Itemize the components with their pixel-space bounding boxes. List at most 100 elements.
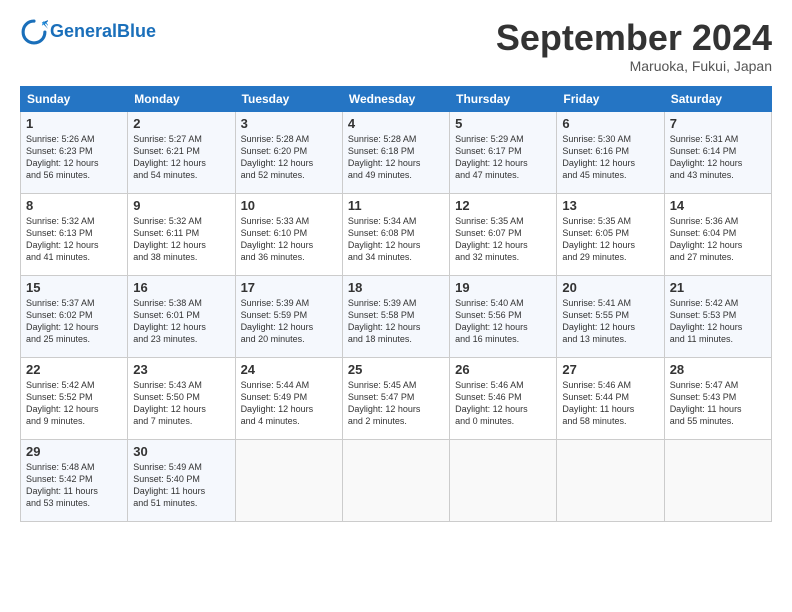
cell-info: Sunrise: 5:34 AM Sunset: 6:08 PM Dayligh… (348, 215, 444, 264)
calendar-cell: 2Sunrise: 5:27 AM Sunset: 6:21 PM Daylig… (128, 111, 235, 193)
cell-info: Sunrise: 5:43 AM Sunset: 5:50 PM Dayligh… (133, 379, 229, 428)
calendar-week-3: 15Sunrise: 5:37 AM Sunset: 6:02 PM Dayli… (21, 275, 772, 357)
calendar-cell: 8 Sunrise: 5:32 AM Sunset: 6:13 PM Daylig… (21, 193, 128, 275)
calendar-week-4: 22Sunrise: 5:42 AM Sunset: 5:52 PM Dayli… (21, 357, 772, 439)
cell-info: Sunrise: 5:32 AM Sunset: 6:13 PM Dayligh… (26, 215, 122, 264)
day-number: 13 (562, 198, 658, 213)
logo-icon (20, 18, 48, 46)
calendar-cell: 29Sunrise: 5:48 AM Sunset: 5:42 PM Dayli… (21, 439, 128, 521)
calendar-cell: 12 Sunrise: 5:35 AM Sunset: 6:07 PM Dayli… (450, 193, 557, 275)
calendar-cell: 4 Sunrise: 5:28 AM Sunset: 6:18 PM Daylig… (342, 111, 449, 193)
calendar-cell (450, 439, 557, 521)
calendar-cell: 10 Sunrise: 5:33 AM Sunset: 6:10 PM Dayli… (235, 193, 342, 275)
cell-info: Sunrise: 5:42 AM Sunset: 5:53 PM Dayligh… (670, 297, 766, 346)
day-number: 23 (133, 362, 229, 377)
calendar-cell: 15Sunrise: 5:37 AM Sunset: 6:02 PM Dayli… (21, 275, 128, 357)
day-number: 21 (670, 280, 766, 295)
calendar-cell (557, 439, 664, 521)
calendar-cell: 18Sunrise: 5:39 AM Sunset: 5:58 PM Dayli… (342, 275, 449, 357)
calendar-week-1: 1 Sunrise: 5:26 AM Sunset: 6:23 PM Daylig… (21, 111, 772, 193)
calendar-cell: 27 Sunrise: 5:46 AM Sunset: 5:44 PM Dayli… (557, 357, 664, 439)
day-number: 20 (562, 280, 658, 295)
day-number: 25 (348, 362, 444, 377)
cell-info: Sunrise: 5:39 AM Sunset: 5:59 PM Dayligh… (241, 297, 337, 346)
calendar-cell: 9 Sunrise: 5:32 AM Sunset: 6:11 PM Daylig… (128, 193, 235, 275)
month-title: September 2024 (496, 18, 772, 58)
day-number: 15 (26, 280, 122, 295)
calendar-cell: 19 Sunrise: 5:40 AM Sunset: 5:56 PM Dayli… (450, 275, 557, 357)
cell-info: Sunrise: 5:36 AM Sunset: 6:04 PM Dayligh… (670, 215, 766, 264)
calendar-cell: 20 Sunrise: 5:41 AM Sunset: 5:55 PM Dayli… (557, 275, 664, 357)
calendar-cell: 23 Sunrise: 5:43 AM Sunset: 5:50 PM Dayli… (128, 357, 235, 439)
cell-info: Sunrise: 5:48 AM Sunset: 5:42 PM Dayligh… (26, 461, 122, 510)
page: GeneralBlue September 2024 Maruoka, Fuku… (0, 0, 792, 532)
calendar-cell: 28 Sunrise: 5:47 AM Sunset: 5:43 PM Dayli… (664, 357, 771, 439)
cell-info: Sunrise: 5:35 AM Sunset: 6:05 PM Dayligh… (562, 215, 658, 264)
cell-info: Sunrise: 5:26 AM Sunset: 6:23 PM Dayligh… (26, 133, 122, 182)
cell-info: Sunrise: 5:44 AM Sunset: 5:49 PM Dayligh… (241, 379, 337, 428)
cell-info: Sunrise: 5:49 AM Sunset: 5:40 PM Dayligh… (133, 461, 229, 510)
cell-info: Sunrise: 5:33 AM Sunset: 6:10 PM Dayligh… (241, 215, 337, 264)
calendar-cell: 13 Sunrise: 5:35 AM Sunset: 6:05 PM Dayli… (557, 193, 664, 275)
calendar-cell: 7 Sunrise: 5:31 AM Sunset: 6:14 PM Daylig… (664, 111, 771, 193)
day-header-wednesday: Wednesday (342, 86, 449, 111)
day-header-tuesday: Tuesday (235, 86, 342, 111)
day-number: 12 (455, 198, 551, 213)
cell-info: Sunrise: 5:47 AM Sunset: 5:43 PM Dayligh… (670, 379, 766, 428)
day-number: 14 (670, 198, 766, 213)
day-header-friday: Friday (557, 86, 664, 111)
day-number: 6 (562, 116, 658, 131)
day-number: 28 (670, 362, 766, 377)
cell-info: Sunrise: 5:28 AM Sunset: 6:20 PM Dayligh… (241, 133, 337, 182)
calendar-cell: 3 Sunrise: 5:28 AM Sunset: 6:20 PM Daylig… (235, 111, 342, 193)
calendar-cell: 16 Sunrise: 5:38 AM Sunset: 6:01 PM Dayli… (128, 275, 235, 357)
cell-info: Sunrise: 5:28 AM Sunset: 6:18 PM Dayligh… (348, 133, 444, 182)
calendar-cell: 21 Sunrise: 5:42 AM Sunset: 5:53 PM Dayli… (664, 275, 771, 357)
calendar-header-row: SundayMondayTuesdayWednesdayThursdayFrid… (21, 86, 772, 111)
calendar-cell: 30 Sunrise: 5:49 AM Sunset: 5:40 PM Dayli… (128, 439, 235, 521)
header: GeneralBlue September 2024 Maruoka, Fuku… (20, 18, 772, 74)
location-subtitle: Maruoka, Fukui, Japan (496, 58, 772, 74)
cell-info: Sunrise: 5:27 AM Sunset: 6:21 PM Dayligh… (133, 133, 229, 182)
calendar-cell: 26Sunrise: 5:46 AM Sunset: 5:46 PM Dayli… (450, 357, 557, 439)
cell-info: Sunrise: 5:41 AM Sunset: 5:55 PM Dayligh… (562, 297, 658, 346)
calendar-cell (664, 439, 771, 521)
day-number: 4 (348, 116, 444, 131)
day-number: 26 (455, 362, 551, 377)
day-number: 19 (455, 280, 551, 295)
day-number: 9 (133, 198, 229, 213)
cell-info: Sunrise: 5:42 AM Sunset: 5:52 PM Dayligh… (26, 379, 122, 428)
day-number: 30 (133, 444, 229, 459)
calendar-week-5: 29Sunrise: 5:48 AM Sunset: 5:42 PM Dayli… (21, 439, 772, 521)
day-number: 8 (26, 198, 122, 213)
day-header-thursday: Thursday (450, 86, 557, 111)
day-number: 10 (241, 198, 337, 213)
cell-info: Sunrise: 5:38 AM Sunset: 6:01 PM Dayligh… (133, 297, 229, 346)
calendar-cell: 6 Sunrise: 5:30 AM Sunset: 6:16 PM Daylig… (557, 111, 664, 193)
calendar-cell: 17 Sunrise: 5:39 AM Sunset: 5:59 PM Dayli… (235, 275, 342, 357)
calendar-cell: 14 Sunrise: 5:36 AM Sunset: 6:04 PM Dayli… (664, 193, 771, 275)
day-number: 16 (133, 280, 229, 295)
calendar-week-2: 8 Sunrise: 5:32 AM Sunset: 6:13 PM Daylig… (21, 193, 772, 275)
cell-info: Sunrise: 5:30 AM Sunset: 6:16 PM Dayligh… (562, 133, 658, 182)
calendar-cell (342, 439, 449, 521)
day-number: 17 (241, 280, 337, 295)
calendar-cell (235, 439, 342, 521)
cell-info: Sunrise: 5:40 AM Sunset: 5:56 PM Dayligh… (455, 297, 551, 346)
day-number: 27 (562, 362, 658, 377)
day-number: 7 (670, 116, 766, 131)
day-number: 1 (26, 116, 122, 131)
cell-info: Sunrise: 5:46 AM Sunset: 5:44 PM Dayligh… (562, 379, 658, 428)
day-number: 24 (241, 362, 337, 377)
calendar-cell: 5Sunrise: 5:29 AM Sunset: 6:17 PM Daylig… (450, 111, 557, 193)
cell-info: Sunrise: 5:35 AM Sunset: 6:07 PM Dayligh… (455, 215, 551, 264)
calendar-cell: 24 Sunrise: 5:44 AM Sunset: 5:49 PM Dayli… (235, 357, 342, 439)
cell-info: Sunrise: 5:32 AM Sunset: 6:11 PM Dayligh… (133, 215, 229, 264)
cell-info: Sunrise: 5:31 AM Sunset: 6:14 PM Dayligh… (670, 133, 766, 182)
cell-info: Sunrise: 5:39 AM Sunset: 5:58 PM Dayligh… (348, 297, 444, 346)
day-number: 5 (455, 116, 551, 131)
day-number: 3 (241, 116, 337, 131)
day-header-monday: Monday (128, 86, 235, 111)
logo: GeneralBlue (20, 18, 156, 46)
calendar-table: SundayMondayTuesdayWednesdayThursdayFrid… (20, 86, 772, 522)
